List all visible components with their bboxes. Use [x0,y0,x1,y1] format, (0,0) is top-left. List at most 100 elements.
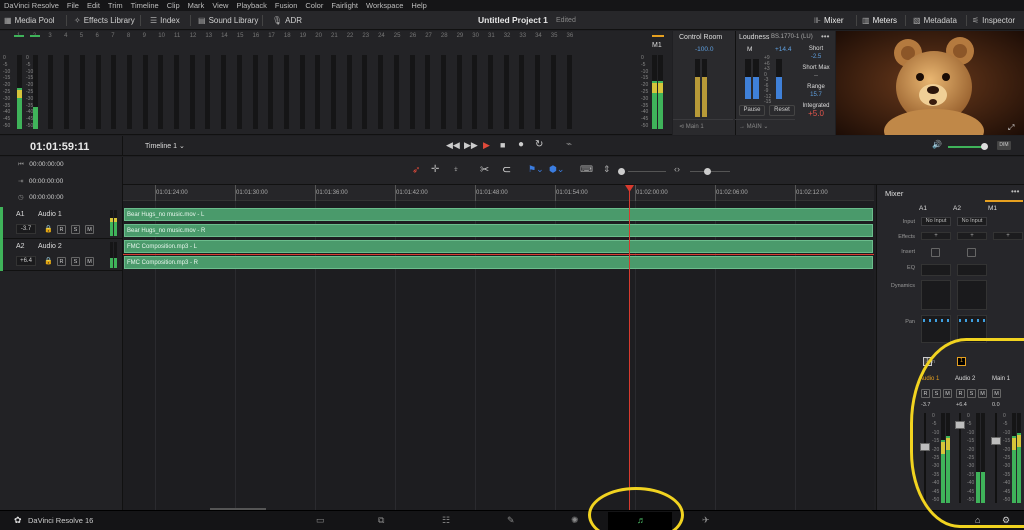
fast-forward-button[interactable]: ▶▶ [464,140,478,151]
media-pool-button[interactable]: ▦ Media Pool [4,11,55,30]
menu-help[interactable]: Help [411,0,426,11]
automation-icon[interactable]: ⌁ [566,139,572,150]
mixer-graph[interactable] [921,264,951,276]
timeline-select[interactable]: Timeline 1 ⌄ [145,142,185,150]
play-button[interactable]: ▶ [483,140,490,151]
a2-level[interactable]: +6.4 [16,256,36,266]
mixer-effects-slot[interactable]: + [993,232,1023,240]
volume-icon[interactable]: 🔊 [932,140,942,149]
keyboard-icon[interactable]: ⌨ [580,164,593,175]
pause-button[interactable]: Pause [739,105,765,116]
menu-fairlight[interactable]: Fairlight [331,0,358,11]
tc-row-3: ◷ 00:00:00:00 [18,194,64,201]
playhead[interactable] [629,185,630,510]
lock-icon[interactable]: 🔒 [44,225,53,233]
a2-record-button[interactable]: R [57,257,66,266]
a2-solo-button[interactable]: S [71,257,80,266]
index-button[interactable]: ☰ Index [150,11,180,30]
menu-view[interactable]: View [212,0,228,11]
a1-mute-button[interactable]: M [85,225,94,234]
snapping-icon[interactable]: ⊂ [502,163,511,176]
inspector-toggle[interactable]: ⚟ Inspector [972,11,1015,30]
menu-workspace[interactable]: Workspace [366,0,403,11]
razor-icon[interactable]: ✂ [480,163,489,176]
sound-library-button[interactable]: ▤ Sound Library [198,11,258,30]
menu-edit[interactable]: Edit [87,0,100,11]
index-icon: ☰ [150,16,158,25]
loop-button[interactable]: ↻ [535,139,543,150]
mixer-effects-slot[interactable]: + [921,232,951,240]
track-header-a1[interactable]: A1 Audio 1 -3.7 🔒 R S M [0,207,123,239]
color-page-icon[interactable]: ✺ [571,515,579,526]
fullscreen-icon[interactable]: ⤢ [1008,123,1014,133]
edit-page-icon[interactable]: ☷ [442,515,450,526]
loudness-options-icon[interactable]: ••• [821,32,829,41]
meters-toggle[interactable]: ▥ Meters [862,11,897,30]
mixer-insert-button[interactable] [931,248,940,257]
adr-button[interactable]: 🎙 ADR [272,11,302,30]
fusion-page-icon[interactable]: ✎ [507,515,515,526]
mixer-effects-slot[interactable]: + [957,232,987,240]
channel-meter [519,55,525,129]
a1-solo-button[interactable]: S [71,225,80,234]
reset-button[interactable]: Reset [769,105,795,116]
a1-level[interactable]: -3.7 [16,224,36,234]
menu-mark[interactable]: Mark [188,0,205,11]
flag-icon[interactable]: ⚑⌄ [528,164,544,175]
stop-button[interactable]: ■ [500,140,505,150]
a1-record-button[interactable]: R [57,225,66,234]
menu-davinci-resolve[interactable]: DaVinci Resolve [4,0,59,11]
metadata-toggle[interactable]: ▧ Metadata [913,11,957,30]
main-output-select[interactable]: → MAIN ⌄ [735,119,795,133]
mixer-row-label: Pan [905,319,915,325]
mixer-graph[interactable] [921,280,951,310]
dim-button[interactable]: DIM [997,141,1011,150]
loudness-standard[interactable]: BS.1770-1 (LU) [771,34,813,40]
meter-scale-tick: -35 [3,102,11,109]
menu-playback[interactable]: Playback [236,0,266,11]
rewind-button[interactable]: ◀◀ [446,140,460,151]
edit-tool-icon[interactable]: ⍖ [453,164,459,175]
mixer-input-select[interactable]: No Input [921,217,951,226]
clip-bear-hugs-l[interactable]: Bear Hugs_no music.mov - L [124,208,873,221]
meter-scale-tick: -5 [3,61,8,68]
deliver-page-icon[interactable]: ✈ [702,515,710,526]
lock-icon[interactable]: 🔒 [44,257,53,265]
edited-label: Edited [556,17,576,24]
marker-icon[interactable]: ⬢⌄ [549,164,564,175]
main-volume-slider[interactable] [948,146,984,148]
main-1-output[interactable]: ⊲ Main 1 [673,119,733,133]
channel-number: 17 [268,33,275,39]
clip-bear-hugs-r[interactable]: Bear Hugs_no music.mov - R [124,224,873,237]
menu-fusion[interactable]: Fusion [275,0,298,11]
zoom-icon[interactable]: ‹› [674,164,680,174]
a2-mute-button[interactable]: M [85,257,94,266]
mixer-graph[interactable] [957,280,987,310]
mixer-toggle[interactable]: ⊪ Mixer [814,11,844,30]
mixer-insert-button[interactable] [967,248,976,257]
mixer-input-select[interactable]: No Input [957,217,987,226]
menu-bar: DaVinci Resolve File Edit Trim Timeline Clip M… [0,0,1024,11]
video-viewer[interactable]: ⤢ [836,31,1024,135]
track-height-icon[interactable]: ⇕ [603,164,611,175]
timeline-ruler[interactable]: 01:01:24:00 01:01:30:00 01:01:36:00 01:01:4… [123,185,874,201]
mixer-graph[interactable] [957,264,987,276]
clip-fmc-l[interactable]: FMC Composition.mp3 - L [124,240,873,253]
track-header-a2[interactable]: A2 Audio 2 +6.4 🔒 R S M [0,239,123,271]
media-page-icon[interactable]: ▭ [316,515,325,526]
menu-timeline[interactable]: Timeline [131,0,159,11]
channel-number: 19 [299,33,307,39]
menu-clip[interactable]: Clip [167,0,180,11]
range-tool-icon[interactable]: ✛ [431,164,439,175]
selection-tool-icon[interactable]: ➶ [412,165,420,176]
mixer-options-icon[interactable]: ••• [1011,187,1019,196]
menu-trim[interactable]: Trim [108,0,123,11]
menu-file[interactable]: File [67,0,79,11]
clip-fmc-r[interactable]: FMC Composition.mp3 - R [124,256,873,269]
channel-number: 34 [535,33,542,39]
cut-page-icon[interactable]: ⧉ [378,515,384,526]
track-height-slider[interactable] [628,171,666,172]
menu-color[interactable]: Color [305,0,323,11]
effects-library-button[interactable]: ✧ Effects Library [74,11,135,30]
record-button[interactable]: ● [518,139,524,150]
